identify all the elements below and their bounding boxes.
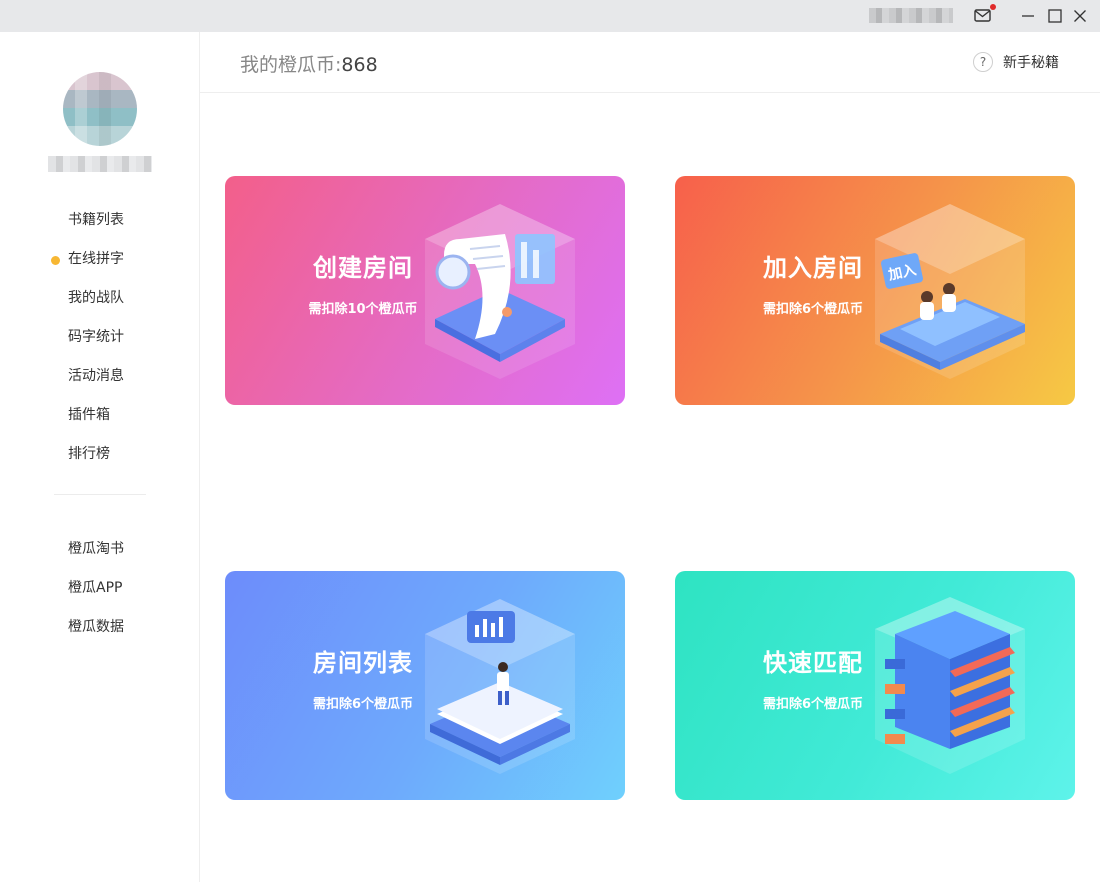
sidebar-item-label: 书籍列表: [68, 212, 124, 228]
sidebar-link-app[interactable]: 橙瓜APP: [0, 569, 200, 608]
sidebar-item-online-typing[interactable]: 在线拼字: [0, 240, 200, 279]
room-list-card[interactable]: 房间列表 需扣除6个橙瓜币: [225, 571, 625, 800]
sidebar-item-label: 活动消息: [68, 368, 124, 384]
sidebar: 书籍列表 在线拼字 我的战队 码字统计 活动消息 插件箱 排行榜 橙瓜淘书 橙瓜…: [0, 32, 200, 882]
title-bar: [0, 0, 1100, 32]
avatar[interactable]: [63, 72, 137, 146]
coin-balance: 我的橙瓜币:868: [240, 50, 378, 77]
sidebar-item-label: 橙瓜APP: [68, 580, 123, 596]
mail-icon[interactable]: [974, 9, 991, 22]
sidebar-item-plugins[interactable]: 插件箱: [0, 396, 200, 435]
minimize-icon[interactable]: [1019, 7, 1037, 25]
quick-match-card[interactable]: 快速匹配 需扣除6个橙瓜币: [675, 571, 1075, 800]
sidebar-links: 橙瓜淘书 橙瓜APP 橙瓜数据: [0, 530, 200, 647]
document-scroll-icon: [425, 204, 575, 379]
maximize-icon[interactable]: [1046, 7, 1064, 25]
sidebar-item-label: 码字统计: [68, 329, 124, 345]
notification-dot: [990, 4, 996, 10]
username-blurred: [48, 156, 152, 172]
sidebar-item-label: 在线拼字: [68, 251, 124, 267]
coin-balance-value: 868: [341, 54, 378, 76]
sidebar-item-leaderboard[interactable]: 排行榜: [0, 435, 200, 474]
join-room-icon: 加入: [875, 204, 1025, 379]
help-guide-button[interactable]: ? 新手秘籍: [973, 51, 1059, 73]
sidebar-item-typing-stats[interactable]: 码字统计: [0, 318, 200, 357]
sidebar-link-book-store[interactable]: 橙瓜淘书: [0, 530, 200, 569]
help-guide-label: 新手秘籍: [1003, 55, 1059, 71]
sidebar-item-activity-messages[interactable]: 活动消息: [0, 357, 200, 396]
coin-balance-label: 我的橙瓜币:: [240, 54, 342, 76]
join-room-card[interactable]: 加入房间 需扣除6个橙瓜币 加入: [675, 176, 1075, 405]
sidebar-divider: [54, 494, 146, 495]
sidebar-item-label: 橙瓜淘书: [68, 541, 124, 557]
question-icon: ?: [973, 52, 993, 72]
account-name-blurred[interactable]: [869, 8, 953, 23]
page-header: 我的橙瓜币:868 ? 新手秘籍: [200, 32, 1100, 93]
sidebar-item-label: 插件箱: [68, 407, 110, 423]
sidebar-item-label: 我的战队: [68, 290, 124, 306]
room-list-icon: [425, 599, 575, 774]
sidebar-item-label: 排行榜: [68, 446, 110, 462]
create-room-card[interactable]: 创建房间 需扣除10个橙瓜币: [225, 176, 625, 405]
sidebar-nav: 书籍列表 在线拼字 我的战队 码字统计 活动消息 插件箱 排行榜: [0, 201, 200, 474]
sidebar-link-data[interactable]: 橙瓜数据: [0, 608, 200, 647]
sidebar-item-label: 橙瓜数据: [68, 619, 124, 635]
sidebar-item-book-list[interactable]: 书籍列表: [0, 201, 200, 240]
sidebar-item-my-team[interactable]: 我的战队: [0, 279, 200, 318]
close-icon[interactable]: [1071, 7, 1089, 25]
server-stack-icon: [875, 597, 1025, 774]
